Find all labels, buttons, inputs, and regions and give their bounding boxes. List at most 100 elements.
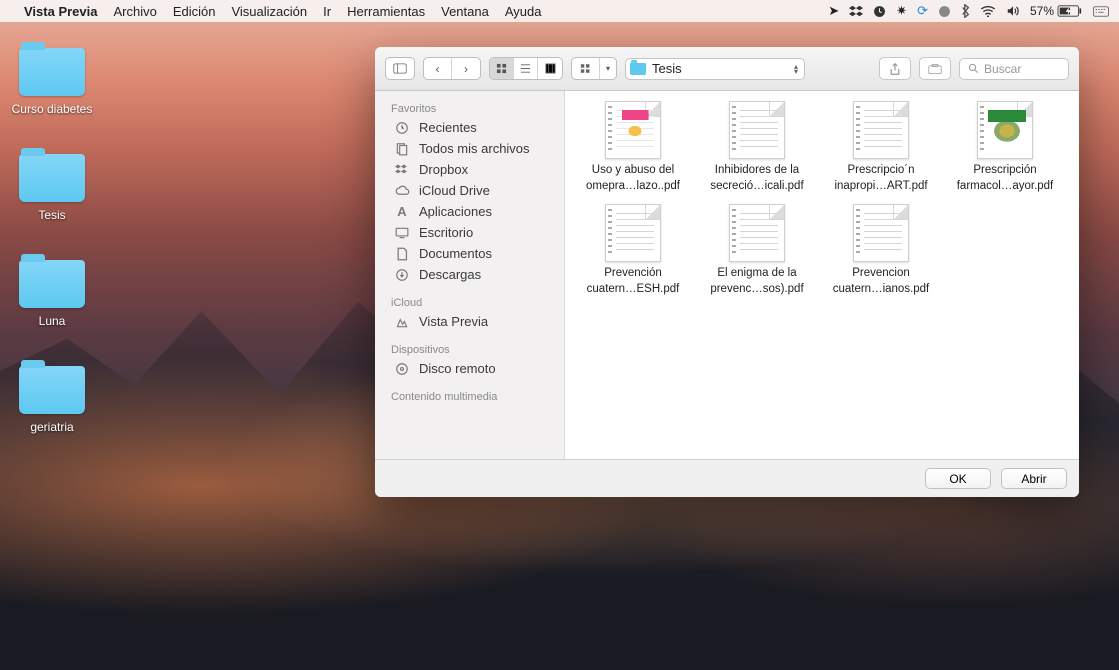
sidebar-item-todos-archivos[interactable]: Todos mis archivos <box>375 138 564 159</box>
dialog-footer: OK Abrir <box>375 459 1079 497</box>
sidebar-item-descargas[interactable]: Descargas <box>375 264 564 285</box>
sidebar-label: Descargas <box>419 267 481 282</box>
status-wifi-icon[interactable] <box>980 5 996 17</box>
file-item[interactable]: Prevencioncuatern…ianos.pdf <box>819 204 943 297</box>
sidebar-item-vista-previa[interactable]: Vista Previa <box>375 311 564 332</box>
file-name-line1: Prevención <box>604 267 662 279</box>
desktop-folder-curso-diabetes[interactable]: Curso diabetes <box>6 40 98 116</box>
battery-percent: 57% <box>1030 4 1054 18</box>
view-list-button[interactable] <box>514 58 538 79</box>
sidebar-label: Todos mis archivos <box>419 141 530 156</box>
sidebar-item-escritorio[interactable]: Escritorio <box>375 222 564 243</box>
folder-label: geriatria <box>30 420 73 434</box>
pdf-thumbnail <box>853 204 909 262</box>
file-name-line1: Uso y abuso del <box>592 164 674 176</box>
disc-icon <box>393 362 411 376</box>
menu-edicion[interactable]: Edición <box>173 4 216 19</box>
dropbox-icon <box>393 163 411 177</box>
status-bluetooth-icon[interactable] <box>961 4 970 18</box>
file-name-line2: omepra…lazo..pdf <box>586 180 680 192</box>
updown-icon: ▴▾ <box>794 64 798 74</box>
file-grid: Uso y abuso del omepra…lazo..pdf Inhibido… <box>565 91 1079 459</box>
sidebar-label: Documentos <box>419 246 492 261</box>
file-item[interactable]: Prescripcio´ninapropi…ART.pdf <box>819 101 943 194</box>
path-label: Tesis <box>652 61 682 76</box>
file-name-line1: Prevencion <box>852 267 910 279</box>
finder-sidebar: Favoritos Recientes Todos mis archivos D… <box>375 91 565 459</box>
file-name-line1: Inhibidores de la <box>715 164 799 176</box>
sidebar-item-dropbox[interactable]: Dropbox <box>375 159 564 180</box>
sidebar-label: Recientes <box>419 120 477 135</box>
status-clock-icon[interactable] <box>873 5 886 18</box>
sidebar-head-icloud: iCloud <box>375 293 564 311</box>
pdf-thumbnail <box>977 101 1033 159</box>
open-button[interactable]: Abrir <box>1001 468 1067 489</box>
apps-icon: A <box>393 204 411 219</box>
view-icons-button[interactable] <box>490 58 514 79</box>
sidebar-label: Vista Previa <box>419 314 488 329</box>
sidebar-item-disco-remoto[interactable]: Disco remoto <box>375 358 564 379</box>
folder-icon <box>19 366 85 414</box>
desktop-icon <box>393 227 411 239</box>
file-name-line2: inapropi…ART.pdf <box>834 180 927 192</box>
path-dropdown[interactable]: Tesis ▴▾ <box>625 58 805 80</box>
folder-label: Tesis <box>38 208 65 222</box>
arrange-dropdown[interactable]: ▾ <box>571 57 617 80</box>
folder-icon <box>19 260 85 308</box>
file-item[interactable]: Prescripciónfarmacol…ayor.pdf <box>943 101 1067 194</box>
status-play-icon[interactable]: ➤ <box>828 3 839 19</box>
desktop-folder-geriatria[interactable]: geriatria <box>6 358 98 434</box>
file-item[interactable]: Uso y abuso del omepra…lazo..pdf <box>571 101 695 194</box>
menu-ventana[interactable]: Ventana <box>441 4 489 19</box>
share-button[interactable] <box>879 57 911 80</box>
desktop-folder-luna[interactable]: Luna <box>6 252 98 328</box>
sidebar-label: Escritorio <box>419 225 473 240</box>
sidebar-toggle-button[interactable] <box>385 57 415 80</box>
preview-icon <box>393 315 411 329</box>
file-item[interactable]: El enigma de laprevenc…sos).pdf <box>695 204 819 297</box>
menu-ayuda[interactable]: Ayuda <box>505 4 542 19</box>
folder-label: Luna <box>39 314 66 328</box>
file-name-line2: cuatern…ESH.pdf <box>587 283 680 295</box>
folder-label: Curso diabetes <box>12 102 93 116</box>
pdf-thumbnail <box>853 101 909 159</box>
menu-archivo[interactable]: Archivo <box>113 4 156 19</box>
nav-back-forward: ‹ › <box>423 57 481 80</box>
sidebar-item-documentos[interactable]: Documentos <box>375 243 564 264</box>
menu-herramientas[interactable]: Herramientas <box>347 4 425 19</box>
desktop-folder-tesis[interactable]: Tesis <box>6 146 98 222</box>
desktop-icons: Curso diabetes Tesis Luna geriatria <box>6 40 98 464</box>
menu-bar: Vista Previa Archivo Edición Visualizaci… <box>0 0 1119 22</box>
app-name[interactable]: Vista Previa <box>24 4 97 19</box>
documents-icon <box>393 247 411 261</box>
back-button[interactable]: ‹ <box>424 58 452 79</box>
sidebar-item-icloud-drive[interactable]: iCloud Drive <box>375 180 564 201</box>
pdf-thumbnail <box>605 101 661 159</box>
search-field[interactable]: Buscar <box>959 58 1069 80</box>
search-placeholder: Buscar <box>984 62 1021 76</box>
file-item[interactable]: Inhibidores de la secreció…icali.pdf <box>695 101 819 194</box>
file-name-line2: prevenc…sos).pdf <box>710 283 803 295</box>
status-volume-icon[interactable] <box>1006 5 1020 17</box>
menu-visualizacion[interactable]: Visualización <box>231 4 307 19</box>
sidebar-head-favorites: Favoritos <box>375 99 564 117</box>
ok-button[interactable]: OK <box>925 468 991 489</box>
pdf-thumbnail <box>729 101 785 159</box>
menu-ir[interactable]: Ir <box>323 4 331 19</box>
status-keyboard-icon[interactable] <box>1093 6 1109 17</box>
view-columns-button[interactable] <box>538 58 562 79</box>
status-circle-icon[interactable] <box>938 5 951 18</box>
file-name-line2: secreció…icali.pdf <box>710 180 803 192</box>
finder-open-dialog: ‹ › ▾ Tesis ▴▾ <box>375 47 1079 497</box>
status-fan-icon[interactable]: ✷ <box>896 3 907 19</box>
file-item[interactable]: Prevención cuatern…ESH.pdf <box>571 204 695 297</box>
status-battery[interactable]: 57% <box>1030 4 1083 18</box>
forward-button[interactable]: › <box>452 58 480 79</box>
status-sync-icon[interactable]: ⟳ <box>917 3 928 19</box>
status-dropbox-icon[interactable] <box>849 4 863 18</box>
sidebar-item-recientes[interactable]: Recientes <box>375 117 564 138</box>
clock-icon <box>393 121 411 135</box>
sidebar-item-aplicaciones[interactable]: AAplicaciones <box>375 201 564 222</box>
tags-button[interactable] <box>919 57 951 80</box>
folder-icon <box>19 48 85 96</box>
